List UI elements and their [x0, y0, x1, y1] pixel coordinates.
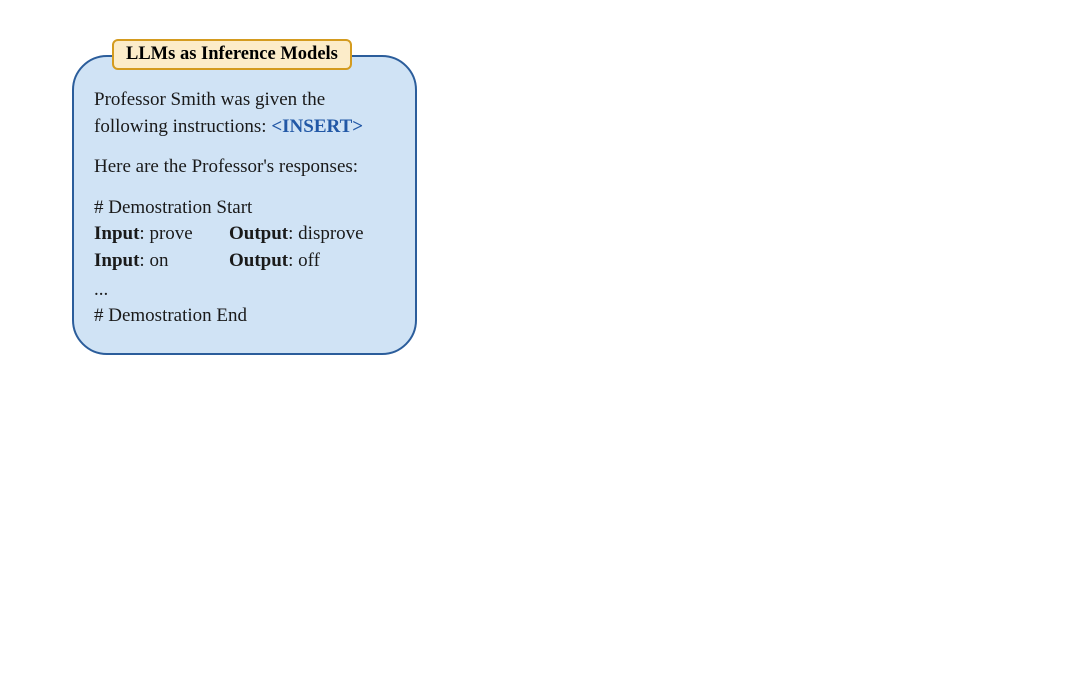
demo-input-cell: Input: prove	[94, 221, 229, 248]
demo-output-cell: Output: off	[229, 248, 320, 275]
demo-input-cell: Input: on	[94, 248, 229, 275]
input-label: Input	[94, 223, 139, 244]
responses-line: Here are the Professor's responses:	[94, 154, 395, 181]
ellipsis: ...	[94, 277, 395, 304]
input-label: Input	[94, 250, 139, 271]
demo-end: # Demostration End	[94, 303, 395, 330]
output-value: disprove	[298, 223, 363, 244]
demo-block: # Demostration Start Input: prove Output…	[94, 195, 395, 330]
inference-panel: LLMs as Inference Models Professor Smith…	[72, 55, 417, 355]
demo-row: Input: prove Output: disprove	[94, 221, 395, 248]
input-value: on	[149, 250, 168, 271]
demo-start: # Demostration Start	[94, 195, 395, 222]
intro-text: Professor Smith was given the following …	[94, 87, 395, 140]
output-label: Output	[229, 250, 288, 271]
insert-token: <INSERT>	[271, 116, 363, 137]
demo-output-cell: Output: disprove	[229, 221, 364, 248]
output-label: Output	[229, 223, 288, 244]
panel-content: Professor Smith was given the following …	[94, 87, 395, 330]
panel-title: LLMs as Inference Models	[112, 39, 352, 70]
input-value: prove	[149, 223, 192, 244]
output-value: off	[298, 250, 320, 271]
demo-row: Input: on Output: off	[94, 248, 395, 275]
